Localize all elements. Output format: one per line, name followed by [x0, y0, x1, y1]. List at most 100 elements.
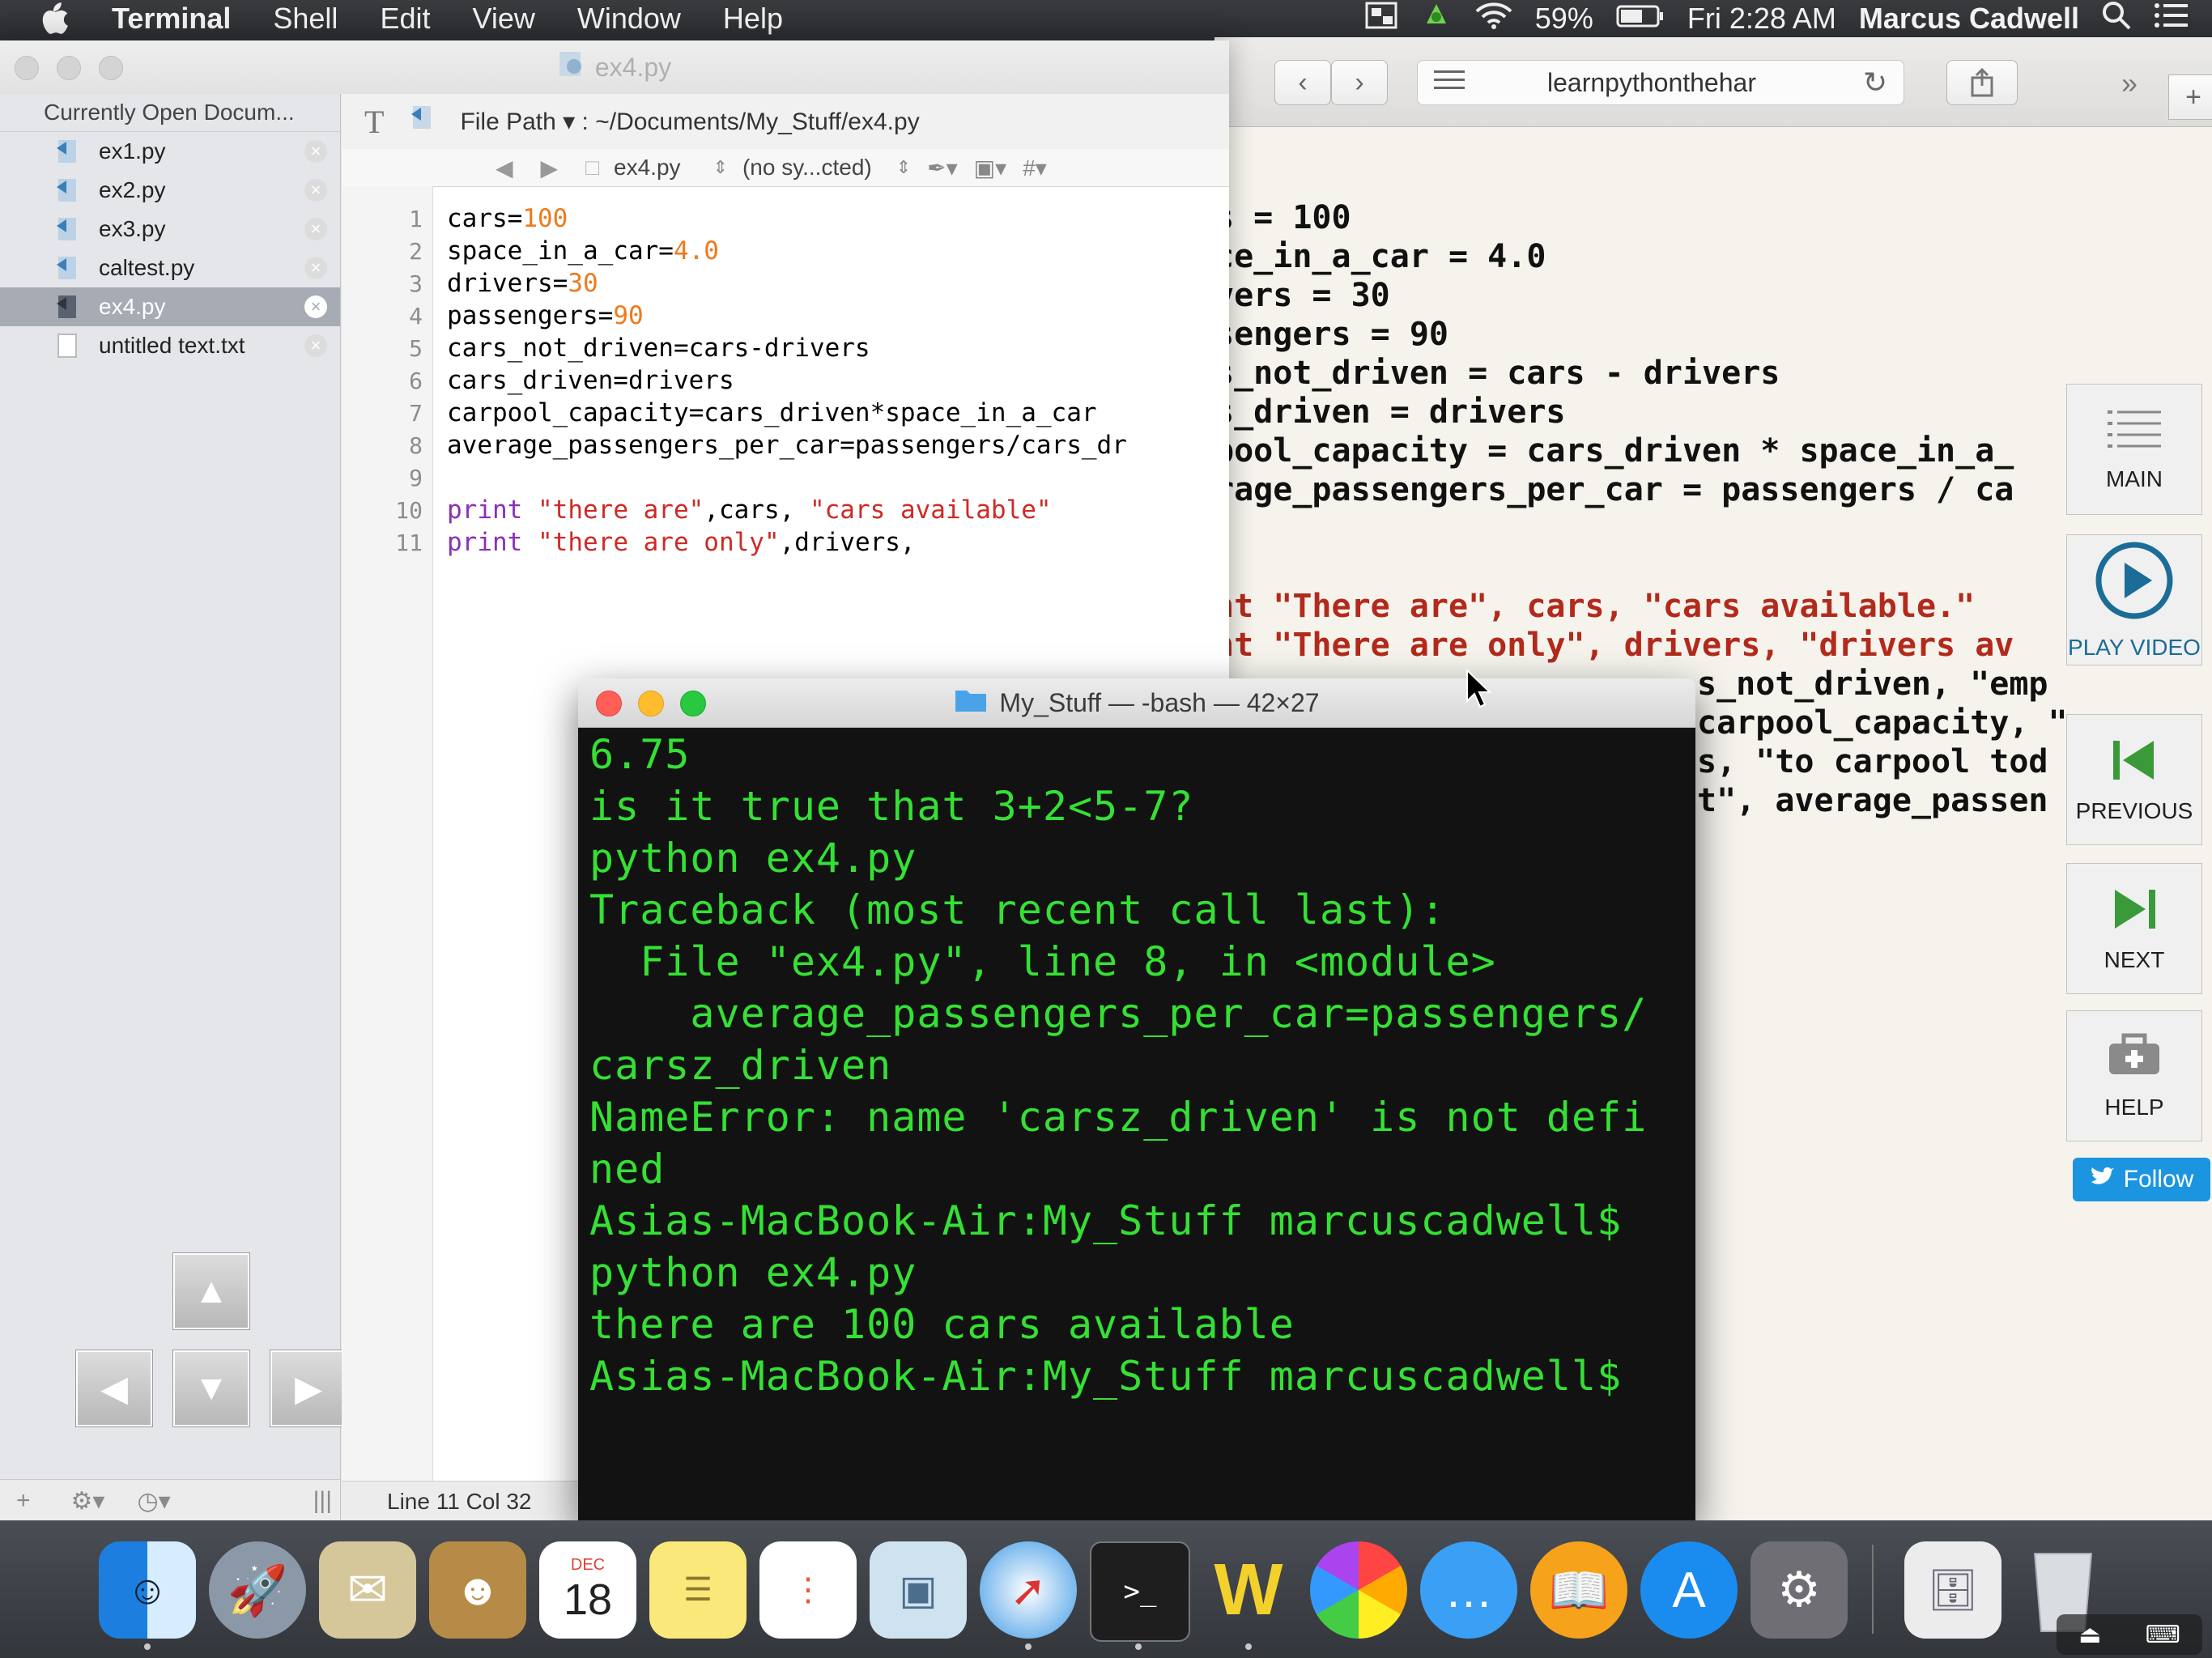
- code-line: average_passengers_per_car=passengers/ca…: [447, 431, 1127, 460]
- menu-window[interactable]: Window: [556, 0, 702, 37]
- close-document-icon[interactable]: ×: [304, 179, 327, 202]
- reload-icon[interactable]: ↻: [1863, 66, 1887, 100]
- notification-center-icon[interactable]: [2154, 2, 2189, 36]
- help-button[interactable]: HELP: [2066, 1010, 2202, 1141]
- python-file-icon: [55, 255, 81, 283]
- play-video-button[interactable]: PLAY VIDEO: [2066, 534, 2202, 665]
- hash-icon[interactable]: #▾: [1023, 155, 1047, 181]
- twitter-follow-button[interactable]: Follow: [2073, 1158, 2210, 1201]
- textwrangler-icon[interactable]: W: [1200, 1541, 1297, 1639]
- mail-icon[interactable]: ✉: [319, 1541, 416, 1639]
- minimize-button[interactable]: [57, 56, 81, 80]
- terminal-line: average_passengers_per_car=passengers/: [589, 990, 1648, 1037]
- line-number: 1: [409, 206, 423, 232]
- back-button[interactable]: ‹: [1274, 60, 1331, 105]
- zoom-button[interactable]: [99, 56, 123, 80]
- launchpad-icon[interactable]: 🚀: [209, 1541, 306, 1639]
- user-name[interactable]: Marcus Cadwell: [1859, 2, 2079, 36]
- file-name: ex2.py: [99, 177, 166, 202]
- close-document-icon[interactable]: ×: [304, 257, 327, 279]
- nav-file-select[interactable]: ex4.py: [614, 155, 681, 181]
- close-document-icon[interactable]: ×: [304, 218, 327, 240]
- code-line: print "there are",cars, "cars available": [447, 495, 1052, 525]
- app-store-icon[interactable]: A: [1640, 1541, 1738, 1639]
- overflow-icon[interactable]: »: [2121, 66, 2138, 100]
- reminders-icon[interactable]: ⋮: [759, 1541, 857, 1639]
- document-icon[interactable]: [408, 104, 436, 138]
- menu-view[interactable]: View: [451, 0, 555, 37]
- previous-button[interactable]: PREVIOUS: [2066, 714, 2202, 845]
- gear-icon[interactable]: ⚙▾: [71, 1487, 105, 1516]
- display-mirroring-icon[interactable]: [1365, 2, 1397, 36]
- document-popup-icon[interactable]: ▣▾: [974, 155, 1007, 181]
- system-preferences-icon[interactable]: ⚙: [1750, 1541, 1848, 1639]
- file-item-ex4[interactable]: ex4.py ×: [0, 287, 340, 326]
- ibooks-icon[interactable]: 📖: [1530, 1541, 1627, 1639]
- messages-icon[interactable]: …: [1420, 1541, 1517, 1639]
- documents-stack-icon[interactable]: 🗄: [1904, 1541, 2001, 1639]
- keyboard-icon[interactable]: ⏏ ⌨: [2057, 1614, 2202, 1655]
- file-item-ex2[interactable]: ex2.py ×: [0, 171, 340, 210]
- file-path[interactable]: File Path ▾ : ~/Documents/My_Stuff/ex4.p…: [460, 108, 919, 136]
- menu-edit[interactable]: Edit: [359, 0, 451, 37]
- safari-icon[interactable]: ➚: [980, 1541, 1077, 1639]
- wifi-icon[interactable]: [1475, 2, 1512, 36]
- contacts-icon[interactable]: ☻: [429, 1541, 526, 1639]
- scroll-left-button[interactable]: ◀: [76, 1350, 152, 1426]
- history-icon[interactable]: ◷▾: [137, 1487, 170, 1516]
- file-name: untitled text.txt: [99, 333, 245, 358]
- evernote-icon[interactable]: [1420, 0, 1453, 39]
- battery-icon[interactable]: [1616, 2, 1665, 36]
- reader-icon[interactable]: [1434, 68, 1466, 98]
- apple-icon[interactable]: [28, 0, 81, 37]
- next-button[interactable]: NEXT: [2066, 863, 2202, 994]
- next-location-icon[interactable]: ▶: [541, 155, 559, 181]
- add-icon[interactable]: +: [16, 1487, 31, 1515]
- menu-shell[interactable]: Shell: [252, 0, 359, 37]
- battery-percentage[interactable]: 59%: [1535, 2, 1593, 36]
- file-item-caltest[interactable]: caltest.py ×: [0, 249, 340, 287]
- close-document-icon[interactable]: ×: [304, 140, 327, 163]
- text-options-icon[interactable]: T: [364, 103, 384, 141]
- marker-icon[interactable]: ✒▾: [927, 155, 958, 181]
- forward-button[interactable]: ›: [1331, 60, 1388, 105]
- text-file-icon: [55, 333, 81, 360]
- notes-icon[interactable]: ☰: [649, 1541, 747, 1639]
- scroll-up-button[interactable]: ▲: [173, 1253, 249, 1329]
- photos-icon[interactable]: [1310, 1541, 1407, 1639]
- terminal-line: ned: [589, 1146, 666, 1192]
- close-document-icon[interactable]: ×: [304, 334, 327, 357]
- menu-help[interactable]: Help: [702, 0, 804, 37]
- symbol-select[interactable]: (no sy...cted): [742, 155, 872, 181]
- terminal-icon[interactable]: >_: [1090, 1541, 1190, 1642]
- share-button[interactable]: [1946, 60, 2018, 105]
- resize-handle-icon[interactable]: |||: [313, 1487, 332, 1515]
- line-number: 5: [409, 335, 423, 362]
- close-button[interactable]: [596, 691, 622, 716]
- close-button[interactable]: [15, 56, 39, 80]
- main-button[interactable]: MAIN: [2066, 384, 2202, 515]
- zoom-button[interactable]: [680, 691, 706, 716]
- terminal-output[interactable]: 6.75 is it true that 3+2<5-7? python ex4…: [578, 728, 1695, 1520]
- close-document-icon[interactable]: ×: [304, 295, 327, 318]
- previous-location-icon[interactable]: ◀: [496, 155, 513, 181]
- running-indicator: [1135, 1643, 1142, 1650]
- terminal-line: carsz_driven: [589, 1042, 892, 1089]
- menu-terminal[interactable]: Terminal: [81, 0, 252, 37]
- finder-icon[interactable]: ☺: [99, 1541, 196, 1639]
- calendar-icon[interactable]: DEC 18: [539, 1541, 636, 1639]
- clock[interactable]: Fri 2:28 AM: [1687, 2, 1836, 36]
- scroll-right-button[interactable]: ▶: [270, 1350, 347, 1426]
- file-item-ex1[interactable]: ex1.py ×: [0, 132, 340, 171]
- scroll-down-button[interactable]: ▼: [173, 1350, 249, 1426]
- preview-icon[interactable]: ▣: [870, 1541, 967, 1639]
- keyboard-glyph-icon: ⌨: [2145, 1621, 2180, 1648]
- code-line: s, "to carpool tod: [1697, 743, 2048, 780]
- next-icon: [2110, 885, 2159, 939]
- address-bar[interactable]: learnpythonthehar ↻: [1417, 60, 1904, 105]
- spotlight-search-icon[interactable]: [2102, 1, 2131, 37]
- file-item-untitled[interactable]: untitled text.txt ×: [0, 326, 340, 365]
- minimize-button[interactable]: [638, 691, 664, 716]
- new-tab-button[interactable]: +: [2168, 74, 2212, 120]
- file-item-ex3[interactable]: ex3.py ×: [0, 210, 340, 249]
